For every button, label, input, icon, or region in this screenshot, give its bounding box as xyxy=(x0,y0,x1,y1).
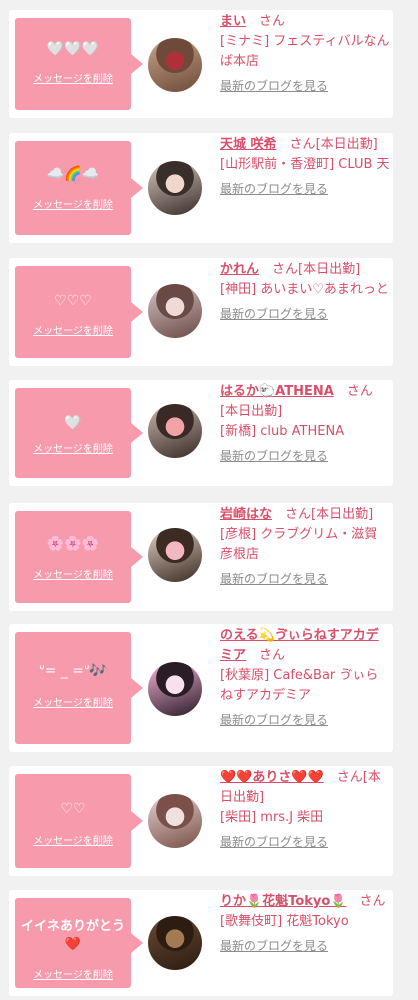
cast-info: かれん さん[本日出勤] [神田] あいまい♡あまれっと最新のブログを見る xyxy=(220,260,390,324)
message-bubble: 🤍 メッセージを削除 xyxy=(15,388,143,478)
delete-message-link[interactable]: メッセージを削除 xyxy=(15,196,131,211)
message-text: ᐡ= _ =ᐡ🎶 xyxy=(15,662,131,680)
message-text-main: ♡♡♡ xyxy=(54,293,92,309)
cast-info: はるか🐑ATHENA さん [本日出勤] [新橋] club ATHENA 最新のブロ… xyxy=(220,382,390,466)
cast-info: りか🌷花魁Tokyo🌷 さん [歌舞伎町] 花魁Tokyo 最新のブログを見る xyxy=(220,892,390,956)
message-card: ᐡ= _ =ᐡ🎶 メッセージを削除 のえる💫ゔぃらねすアカデミア さん [秋葉原] C… xyxy=(9,624,393,752)
message-text: ♡♡♡ xyxy=(15,292,131,310)
shop-location: [彦根] クラブグリム・滋賀彦根店 xyxy=(220,527,378,562)
message-text-main: ♡♡ xyxy=(60,801,86,817)
latest-blog-link[interactable]: 最新のブログを見る xyxy=(220,76,390,96)
cast-info: 岩崎はな さん[本日出勤] [彦根] クラブグリム・滋賀彦根店最新のブログを見る xyxy=(220,505,390,589)
cast-name-link[interactable]: 岩崎はな xyxy=(220,507,272,522)
message-text-main: 🤍🤍🤍 xyxy=(46,41,100,57)
cast-info: まい さん [ミナミ] フェスティバルなんば本店最新のブログを見る xyxy=(220,12,390,96)
message-bubble: ♡♡♡ メッセージを削除 xyxy=(15,266,143,358)
message-card: ♡♡ メッセージを削除 ❤️❤️ありさ❤️❤️ さん[本日出勤] [柴田] mrs.J… xyxy=(9,766,393,876)
cast-name-link[interactable]: まい xyxy=(220,14,246,29)
honorific: さん xyxy=(289,137,316,152)
message-text-main: イイネありがとう xyxy=(20,919,125,934)
message-bubble: ᐡ= _ =ᐡ🎶 メッセージを削除 xyxy=(15,632,143,744)
cast-name-link[interactable]: はるか🐑ATHENA xyxy=(220,384,334,399)
attendance-status: [本日出勤] xyxy=(220,404,283,419)
delete-message-link[interactable]: メッセージを削除 xyxy=(15,566,131,581)
attendance-status: [本日出勤] xyxy=(298,262,361,277)
message-text: ☁️🌈☁️ xyxy=(15,165,131,183)
avatar[interactable] xyxy=(148,794,202,848)
message-text-main: 🤍 xyxy=(64,415,82,431)
honorific: さん xyxy=(272,262,299,277)
delete-message-link[interactable]: メッセージを削除 xyxy=(15,322,131,337)
shop-location: [ミナミ] フェスティバルなんば本店 xyxy=(220,34,390,69)
message-list: 🤍🤍🤍 メッセージを削除 まい さん [ミナミ] フェスティバルなんば本店最新のブログ… xyxy=(0,0,418,1000)
message-card: イイネありがとう ❤️ メッセージを削除 りか🌷花魁Tokyo🌷 さん [歌舞伎町] 花… xyxy=(9,890,393,996)
avatar[interactable] xyxy=(148,404,202,458)
shop-location: [山形駅前・香澄町] CLUB 天 xyxy=(220,157,390,172)
honorific: さん xyxy=(336,770,363,785)
shop-location: [歌舞伎町] 花魁Tokyo xyxy=(220,914,349,929)
avatar[interactable] xyxy=(148,284,202,338)
cast-name-link[interactable]: りか🌷花魁Tokyo🌷 xyxy=(220,894,347,909)
cast-info: ❤️❤️ありさ❤️❤️ さん[本日出勤] [柴田] mrs.J 柴田 最新のブログを… xyxy=(220,768,390,852)
message-bubble: イイネありがとう ❤️ メッセージを削除 xyxy=(15,898,143,988)
message-text: 🤍 xyxy=(15,414,131,432)
message-bubble: 🤍🤍🤍 メッセージを削除 xyxy=(15,18,143,110)
message-bubble: ☁️🌈☁️ メッセージを削除 xyxy=(15,141,143,235)
latest-blog-link[interactable]: 最新のブログを見る xyxy=(220,304,390,324)
delete-message-link[interactable]: メッセージを削除 xyxy=(15,440,131,455)
honorific: さん xyxy=(285,507,312,522)
honorific: さん xyxy=(259,14,286,29)
message-card: 🌸🌸🌸 メッセージを削除 岩崎はな さん[本日出勤] [彦根] クラブグリム・滋賀彦根… xyxy=(9,503,393,611)
message-text-main: ☁️🌈☁️ xyxy=(46,166,100,182)
message-text-main: 🌸🌸🌸 xyxy=(46,536,100,552)
message-text: ♡♡ xyxy=(15,800,131,818)
latest-blog-link[interactable]: 最新のブログを見る xyxy=(220,710,390,730)
avatar[interactable] xyxy=(148,916,202,970)
message-text: イイネありがとう ❤️ xyxy=(15,918,131,954)
avatar[interactable] xyxy=(148,38,202,92)
message-card: 🤍 メッセージを削除 はるか🐑ATHENA さん [本日出勤] [新橋] club AT… xyxy=(9,380,393,486)
message-text: 🤍🤍🤍 xyxy=(15,40,131,58)
latest-blog-link[interactable]: 最新のブログを見る xyxy=(220,936,390,956)
cast-info: のえる💫ゔぃらねすアカデミア さん [秋葉原] Cafe&Bar ゔぃらねすアカデ… xyxy=(220,626,390,730)
shop-location: [神田] あいまい♡あまれっと xyxy=(220,282,389,297)
message-card: ☁️🌈☁️ メッセージを削除 天城 咲希 さん[本日出勤] [山形駅前・香澄町] CL… xyxy=(9,133,393,243)
delete-message-link[interactable]: メッセージを削除 xyxy=(15,70,131,85)
shop-location: [秋葉原] Cafe&Bar ゔぃらねすアカデミア xyxy=(220,668,379,703)
delete-message-link[interactable]: メッセージを削除 xyxy=(15,966,131,981)
message-bubble: 🌸🌸🌸 メッセージを削除 xyxy=(15,511,143,603)
message-text-sub: ❤️ xyxy=(64,937,82,952)
shop-location: [新橋] club ATHENA xyxy=(220,424,345,439)
avatar[interactable] xyxy=(148,161,202,215)
shop-location: [柴田] mrs.J 柴田 xyxy=(220,810,324,825)
cast-name-link[interactable]: のえる💫ゔぃらねすアカデミア xyxy=(220,628,379,663)
delete-message-link[interactable]: メッセージを削除 xyxy=(15,694,131,709)
message-bubble: ♡♡ メッセージを削除 xyxy=(15,774,143,868)
honorific: さん xyxy=(259,648,286,663)
cast-name-link[interactable]: ❤️❤️ありさ❤️❤️ xyxy=(220,770,324,785)
latest-blog-link[interactable]: 最新のブログを見る xyxy=(220,569,390,589)
message-card: 🤍🤍🤍 メッセージを削除 まい さん [ミナミ] フェスティバルなんば本店最新のブログ… xyxy=(9,10,393,118)
cast-name-link[interactable]: かれん xyxy=(220,262,259,277)
honorific: さん xyxy=(346,384,373,399)
message-text: 🌸🌸🌸 xyxy=(15,535,131,553)
attendance-status: [本日出勤] xyxy=(311,507,374,522)
delete-message-link[interactable]: メッセージを削除 xyxy=(15,832,131,847)
latest-blog-link[interactable]: 最新のブログを見る xyxy=(220,179,390,199)
honorific: さん xyxy=(359,894,386,909)
cast-info: 天城 咲希 さん[本日出勤] [山形駅前・香澄町] CLUB 天最新のブログを見る xyxy=(220,135,390,199)
avatar[interactable] xyxy=(148,662,202,716)
message-text-main: ᐡ= _ =ᐡ🎶 xyxy=(39,663,107,679)
message-card: ♡♡♡ メッセージを削除 かれん さん[本日出勤] [神田] あいまい♡あまれっと最新… xyxy=(9,258,393,366)
cast-name-link[interactable]: 天城 咲希 xyxy=(220,137,277,152)
latest-blog-link[interactable]: 最新のブログを見る xyxy=(220,832,390,852)
attendance-status: [本日出勤] xyxy=(315,137,378,152)
latest-blog-link[interactable]: 最新のブログを見る xyxy=(220,446,390,466)
avatar[interactable] xyxy=(148,528,202,582)
